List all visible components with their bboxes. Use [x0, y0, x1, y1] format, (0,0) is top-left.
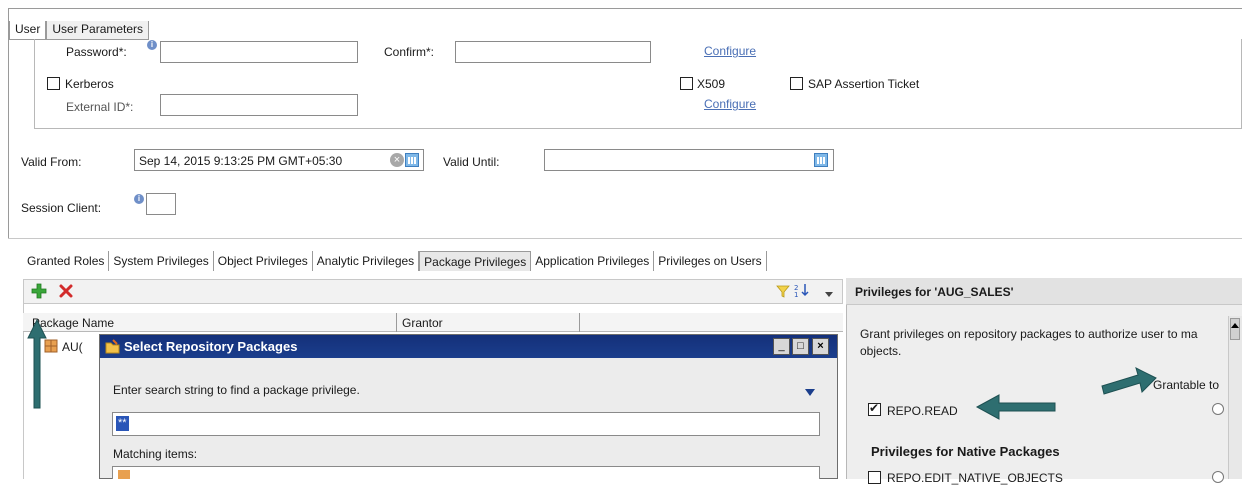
session-client-label: Session Client: — [21, 201, 102, 215]
dialog-title: Select Repository Packages — [124, 339, 298, 354]
dialog-app-icon — [104, 338, 121, 355]
valid-from-field[interactable]: Sep 14, 2015 9:13:25 PM GMT+05:30 — [134, 149, 424, 171]
dropdown-triangle-icon[interactable] — [805, 386, 815, 396]
grantable-radio[interactable] — [1212, 471, 1224, 483]
tab-granted-roles[interactable]: Granted Roles — [23, 251, 110, 271]
filter-icon[interactable] — [776, 284, 790, 298]
valid-until-field[interactable] — [544, 149, 834, 171]
tab-object-privileges[interactable]: Object Privileges — [214, 251, 313, 271]
panel-scrollbar[interactable] — [1228, 316, 1242, 479]
privileges-description: Grant privileges on repository packages … — [860, 327, 1198, 341]
scroll-up-icon[interactable] — [1231, 319, 1239, 328]
tab-system-privileges[interactable]: System Privileges — [109, 251, 214, 271]
package-toolbar — [23, 279, 843, 304]
repo-edit-native-label: REPO.EDIT_NATIVE_OBJECTS — [887, 471, 1063, 485]
close-button[interactable]: × — [812, 338, 829, 355]
editor-frame-left — [8, 8, 9, 238]
confirm-password-field[interactable] — [455, 41, 651, 63]
kerberos-checkbox[interactable] — [47, 77, 60, 90]
external-id-label: External ID*: — [66, 100, 134, 114]
add-icon[interactable] — [30, 282, 48, 300]
delete-icon[interactable] — [58, 283, 74, 299]
maximize-button[interactable]: □ — [792, 338, 809, 355]
valid-until-label: Valid Until: — [443, 155, 500, 169]
tab-package-privileges[interactable]: Package Privileges — [419, 251, 532, 271]
repo-read-label: REPO.READ — [887, 404, 958, 418]
valid-from-value: Sep 14, 2015 9:13:25 PM GMT+05:30 — [139, 154, 343, 168]
tab-privileges-on-users[interactable]: Privileges on Users — [654, 251, 767, 271]
saml-checkbox[interactable] — [790, 77, 803, 90]
password-field[interactable] — [160, 41, 358, 63]
calendar-icon[interactable] — [814, 153, 828, 167]
privilege-tabs: Granted Roles System Privileges Object P… — [23, 251, 767, 271]
saml-label: SAP Assertion Ticket — [808, 77, 920, 91]
section-divider — [8, 238, 1242, 239]
configure-link-password[interactable]: Configure — [704, 44, 756, 58]
valid-from-label: Valid From: — [21, 155, 82, 169]
grantable-radio[interactable] — [1212, 403, 1224, 415]
tab-application-privileges[interactable]: Application Privileges — [531, 251, 655, 271]
repo-edit-native-checkbox[interactable] — [868, 471, 881, 484]
info-icon: i — [147, 40, 157, 50]
x509-label: X509 — [697, 77, 726, 91]
session-client-field[interactable] — [146, 193, 176, 215]
matching-items-list[interactable] — [112, 466, 820, 479]
grantable-to-header: Grantable to — [1153, 378, 1220, 392]
kerberos-label: Kerberos — [65, 77, 114, 91]
minimize-button[interactable]: _ — [773, 338, 790, 355]
matching-items-label: Matching items: — [113, 447, 198, 461]
external-id-field[interactable] — [160, 94, 358, 116]
repo-read-checkbox[interactable] — [868, 401, 881, 416]
user-tabs: User User Parameters — [9, 21, 150, 40]
native-packages-heading: Privileges for Native Packages — [871, 444, 1060, 459]
calendar-icon[interactable] — [405, 153, 419, 167]
annotation-arrow-up — [27, 318, 47, 409]
password-label: Password*: — [66, 45, 127, 59]
tab-analytic-privileges[interactable]: Analytic Privileges — [313, 251, 420, 271]
editor-frame-top — [8, 8, 1242, 9]
privileges-description-line2: objects. — [860, 344, 902, 358]
annotation-arrow-left — [975, 394, 1056, 420]
tab-user[interactable]: User — [9, 21, 47, 40]
info-icon: i — [134, 194, 144, 204]
privileges-panel-title: Privileges for 'AUG_SALES' — [855, 285, 1014, 299]
column-divider — [396, 313, 397, 332]
svg-text:1: 1 — [794, 291, 798, 298]
package-icon — [118, 470, 130, 479]
search-input-value: ** — [116, 416, 129, 431]
x509-checkbox[interactable] — [680, 77, 693, 90]
confirm-label: Confirm*: — [384, 45, 435, 59]
tab-user-parameters[interactable]: User Parameters — [46, 21, 150, 40]
package-search-input[interactable] — [112, 412, 820, 436]
dialog-prompt: Enter search string to find a package pr… — [113, 383, 360, 397]
sort-icon[interactable]: 21 — [794, 282, 810, 299]
clear-date-icon[interactable]: × — [390, 153, 404, 167]
column-grantor[interactable]: Grantor — [402, 316, 443, 330]
annotation-arrow-right — [1101, 367, 1157, 395]
chevron-down-icon[interactable] — [825, 287, 833, 297]
configure-link-x509[interactable]: Configure — [704, 97, 756, 111]
grid-row-package[interactable]: AU( — [62, 340, 83, 354]
column-divider — [579, 313, 580, 332]
